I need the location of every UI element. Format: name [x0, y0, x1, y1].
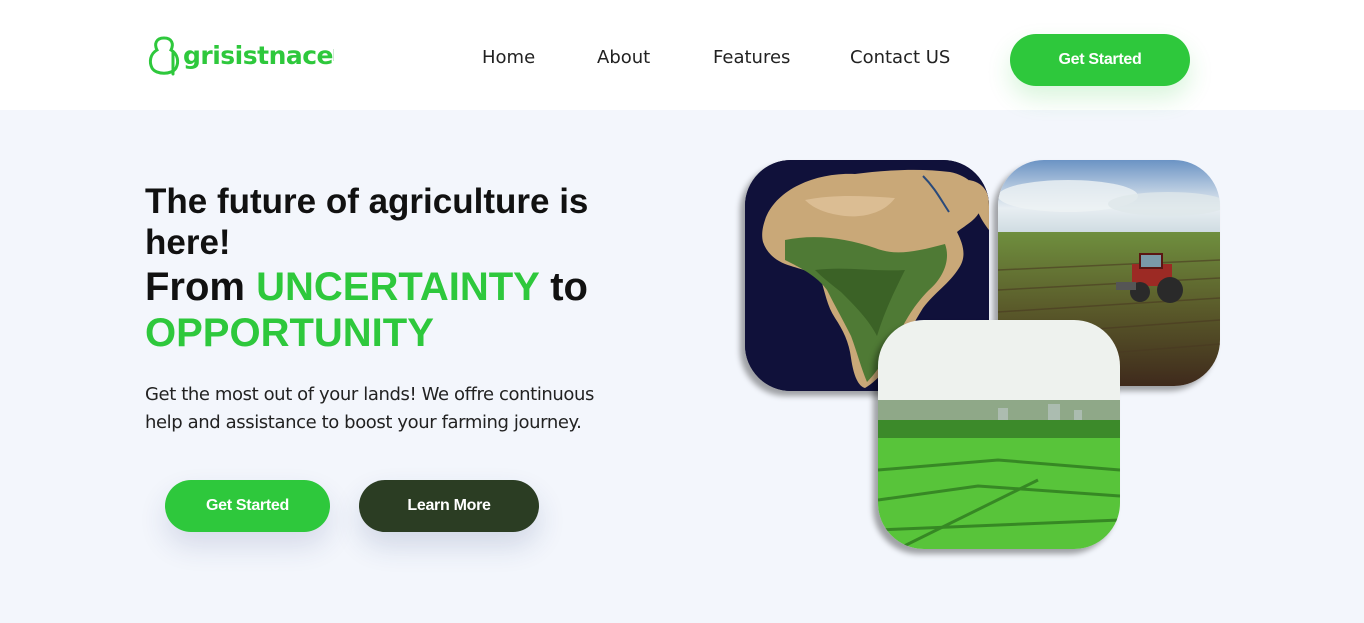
subhead-middle: to [539, 265, 588, 309]
subhead-highlight-uncertainty: UNCERTAINTY [256, 265, 540, 309]
green-crop-field-image [878, 320, 1120, 549]
site-header: grisistnace Home About Features Contact … [0, 0, 1364, 110]
hero-get-started-button[interactable]: Get Started [165, 480, 330, 532]
nav-features[interactable]: Features [713, 47, 790, 68]
hero-headline: The future of agriculture is here! [145, 182, 589, 262]
nav-home[interactable]: Home [482, 47, 535, 68]
nav-contact[interactable]: Contact US [850, 47, 950, 68]
learn-more-button[interactable]: Learn More [359, 480, 539, 532]
header-get-started-button[interactable]: Get Started [1010, 34, 1190, 86]
hero-description: Get the most out of your lands! We offre… [145, 384, 595, 433]
subhead-highlight-opportunity: OPPORTUNITY [145, 311, 434, 355]
hero-subhead: From UNCERTAINTY to OPPORTUNITY [145, 264, 665, 356]
subhead-prefix: From [145, 265, 257, 309]
nav-about[interactable]: About [597, 47, 650, 68]
